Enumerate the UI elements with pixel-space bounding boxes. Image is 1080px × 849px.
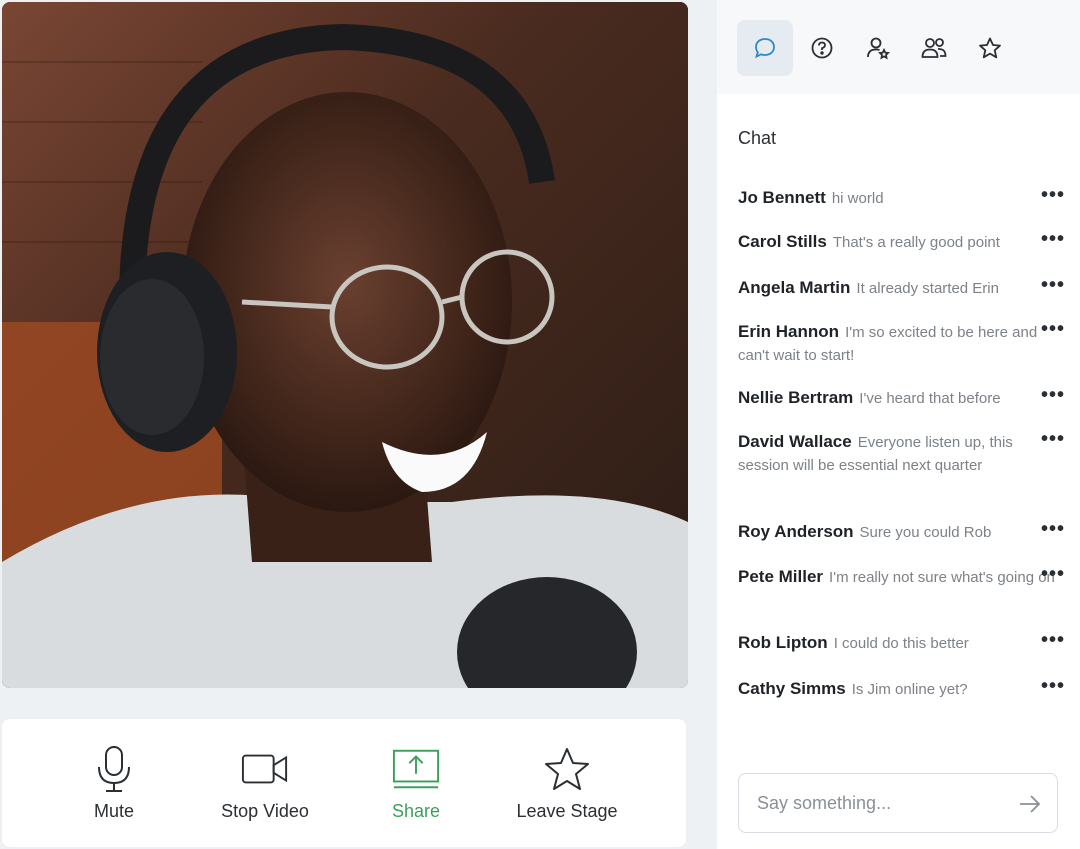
chat-message: Roy Anderson Sure you could Rob ••• — [738, 519, 1064, 544]
message-author: Angela Martin — [738, 278, 851, 297]
star-icon — [543, 745, 591, 793]
message-author: Erin Hannon — [738, 322, 840, 341]
chat-message: Angela Martin It already started Erin ••• — [738, 275, 1064, 300]
message-text: Sure you could Rob — [859, 524, 992, 541]
mute-button[interactable]: Mute — [39, 745, 189, 825]
tab-favorites[interactable] — [962, 20, 1018, 76]
tab-chat[interactable] — [737, 20, 793, 76]
message-author: David Wallace — [738, 432, 852, 451]
control-bar: Mute Stop Video Share Leave Stage — [2, 719, 686, 847]
star-outline-icon — [979, 37, 1001, 59]
chat-message: David Wallace Everyone listen up, this se… — [738, 429, 1064, 477]
message-text: I've heard that before — [859, 390, 1001, 407]
chat-message: Erin Hannon I'm so excited to be here and… — [738, 319, 1064, 367]
more-options-icon[interactable]: ••• — [1041, 385, 1065, 405]
stop-video-button[interactable]: Stop Video — [190, 745, 340, 825]
mute-label: Mute — [93, 801, 135, 821]
users-icon — [921, 38, 947, 58]
chat-message: Rob Lipton I could do this better ••• — [738, 630, 1064, 655]
message-text: It already started Erin — [856, 280, 999, 297]
leave-stage-button[interactable]: Leave Stage — [492, 745, 642, 825]
leave-stage-label: Leave Stage — [516, 801, 618, 821]
chat-message: Pete Miller I'm really not sure what's go… — [738, 564, 1064, 589]
chat-message: Nellie Bertram I've heard that before ••• — [738, 385, 1064, 410]
participant-image — [2, 2, 688, 688]
message-text: I could do this better — [833, 635, 969, 652]
chat-input-box — [738, 773, 1058, 833]
message-author: Pete Miller — [738, 567, 824, 586]
more-options-icon[interactable]: ••• — [1041, 185, 1065, 205]
help-icon — [811, 37, 833, 59]
more-options-icon[interactable]: ••• — [1041, 275, 1065, 295]
message-text: That's a really good point — [832, 234, 1000, 251]
chat-message: Cathy Simms Is Jim online yet? ••• — [738, 676, 1064, 701]
video-camera-icon — [241, 745, 289, 793]
more-options-icon[interactable]: ••• — [1041, 429, 1065, 449]
more-options-icon[interactable]: ••• — [1041, 519, 1065, 539]
message-text: I'm really not sure what's going on — [829, 569, 1055, 586]
user-star-icon — [867, 37, 890, 60]
message-author: Jo Bennett — [738, 188, 826, 207]
more-options-icon[interactable]: ••• — [1041, 676, 1065, 696]
chat-input[interactable] — [757, 788, 1007, 818]
share-button[interactable]: Share — [341, 745, 491, 825]
more-options-icon[interactable]: ••• — [1041, 319, 1065, 339]
message-author: Rob Lipton — [738, 633, 828, 652]
message-text: Is Jim online yet? — [851, 681, 968, 698]
more-options-icon[interactable]: ••• — [1041, 564, 1065, 584]
message-author: Nellie Bertram — [738, 388, 854, 407]
tab-help[interactable] — [794, 20, 850, 76]
share-label: Share — [391, 801, 441, 821]
send-arrow-icon[interactable] — [1017, 792, 1043, 816]
chat-message: Jo Bennett hi world ••• — [738, 185, 1064, 210]
tab-hosts[interactable] — [850, 20, 906, 76]
chat-message: Carol Stills That's a really good point •… — [738, 229, 1064, 254]
message-author: Cathy Simms — [738, 679, 846, 698]
message-author: Roy Anderson — [738, 522, 854, 541]
more-options-icon[interactable]: ••• — [1041, 630, 1065, 650]
message-author: Carol Stills — [738, 232, 827, 251]
sidebar-tabs — [717, 0, 1080, 94]
microphone-icon — [90, 745, 138, 793]
tab-participants[interactable] — [906, 20, 962, 76]
participant-video — [2, 2, 688, 688]
sidebar: Chat Jo Bennett hi world ••• Carol Stills… — [717, 0, 1080, 849]
chat-title: Chat — [738, 128, 777, 148]
share-screen-icon — [392, 745, 440, 793]
more-options-icon[interactable]: ••• — [1041, 229, 1065, 249]
stop-video-label: Stop Video — [221, 801, 309, 821]
chat-icon — [755, 38, 775, 59]
message-text: hi world — [831, 190, 884, 207]
